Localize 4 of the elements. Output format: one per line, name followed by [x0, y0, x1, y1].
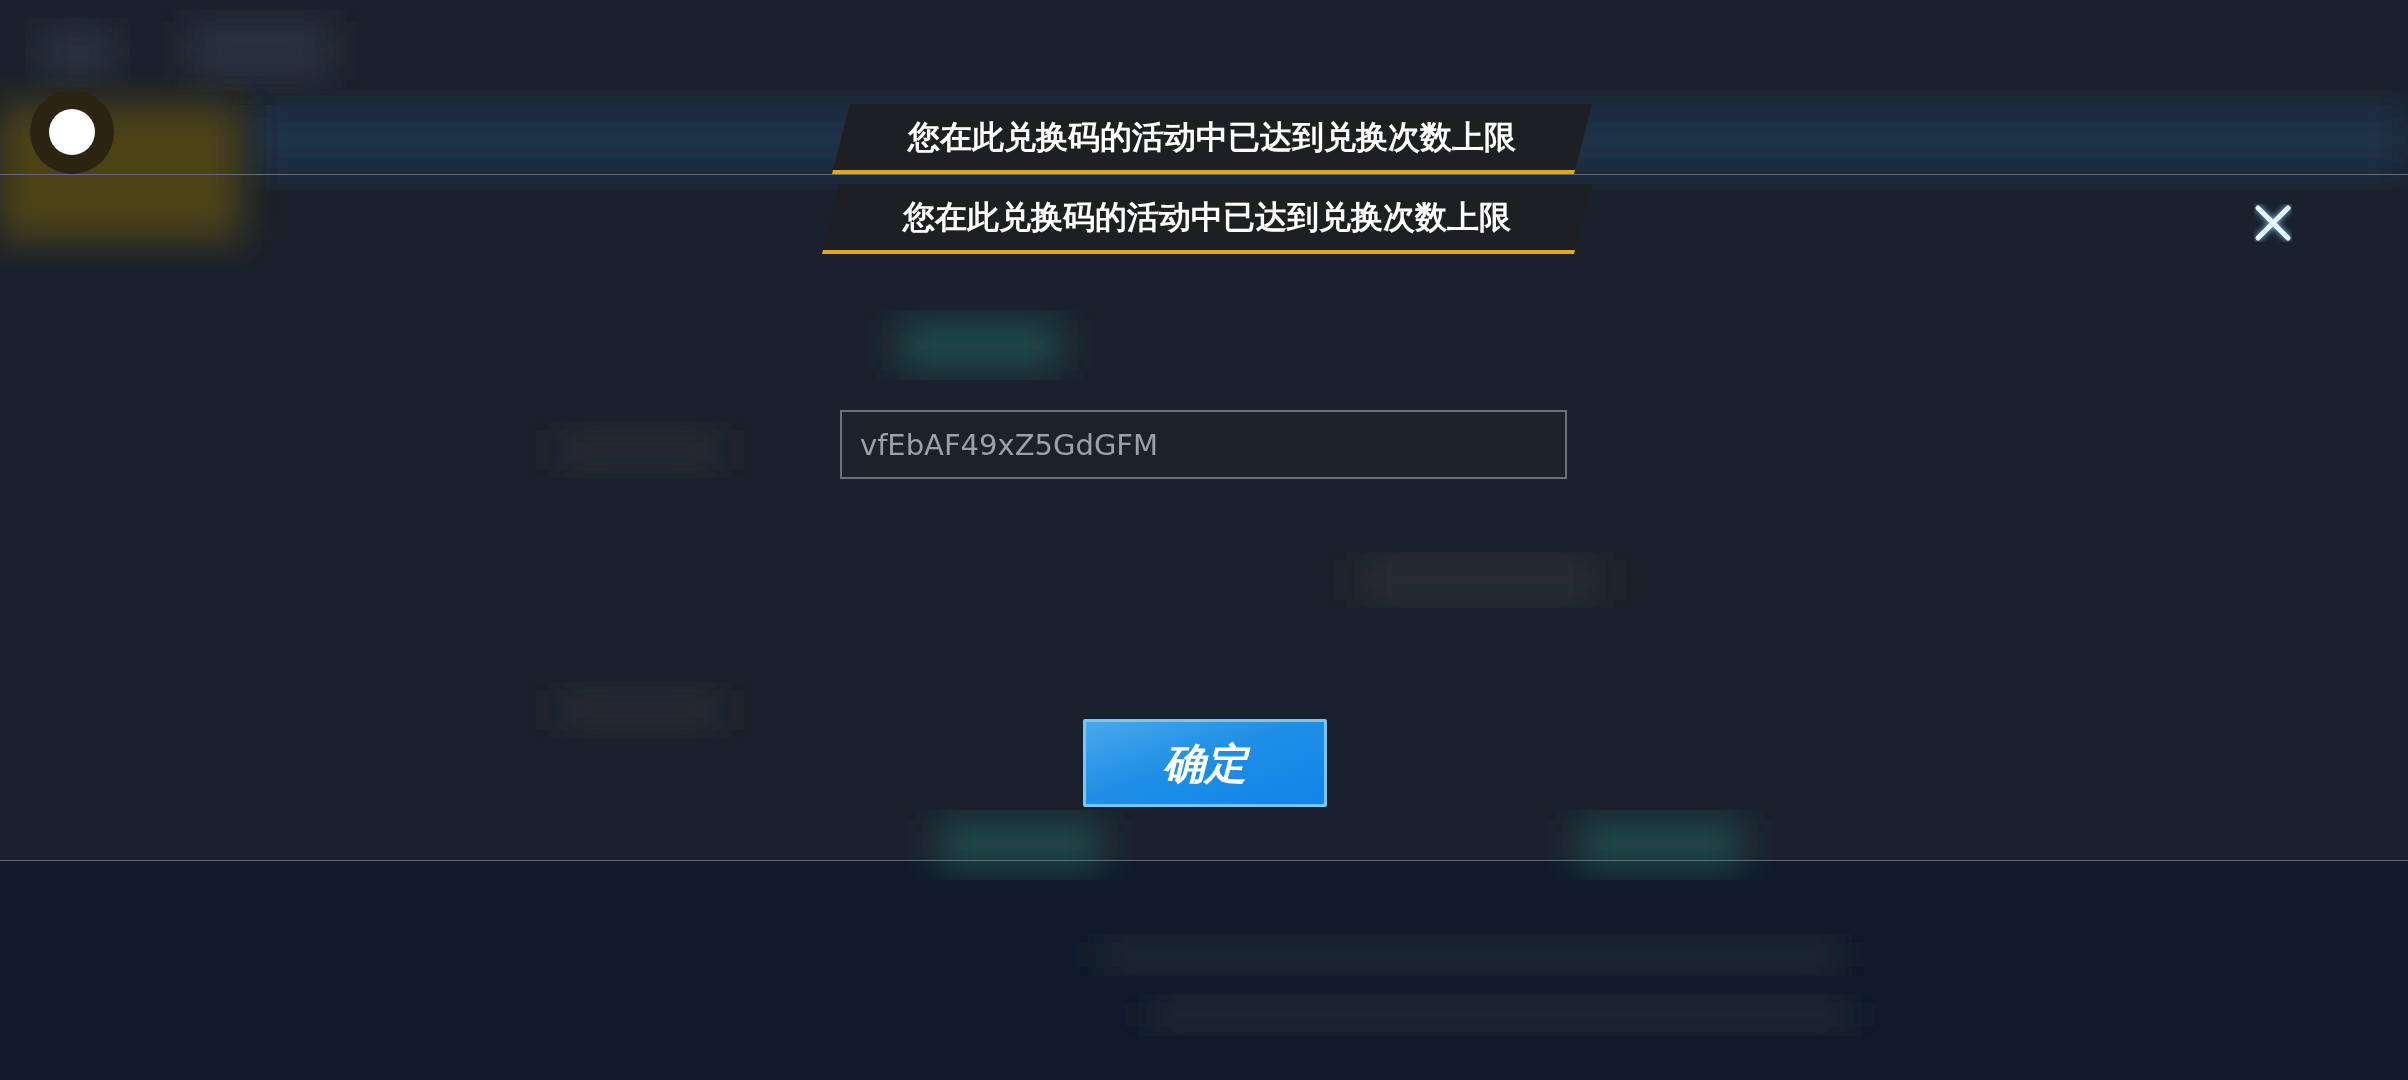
- toast-message: 您在此兑换码的活动中已达到兑换次数上限: [822, 184, 1592, 254]
- redeem-code-field[interactable]: vfEbAF49xZ5GdGFM: [840, 410, 1567, 479]
- toast-message: 您在此兑换码的活动中已达到兑换次数上限: [832, 104, 1592, 174]
- confirm-button[interactable]: 确定: [1083, 719, 1327, 807]
